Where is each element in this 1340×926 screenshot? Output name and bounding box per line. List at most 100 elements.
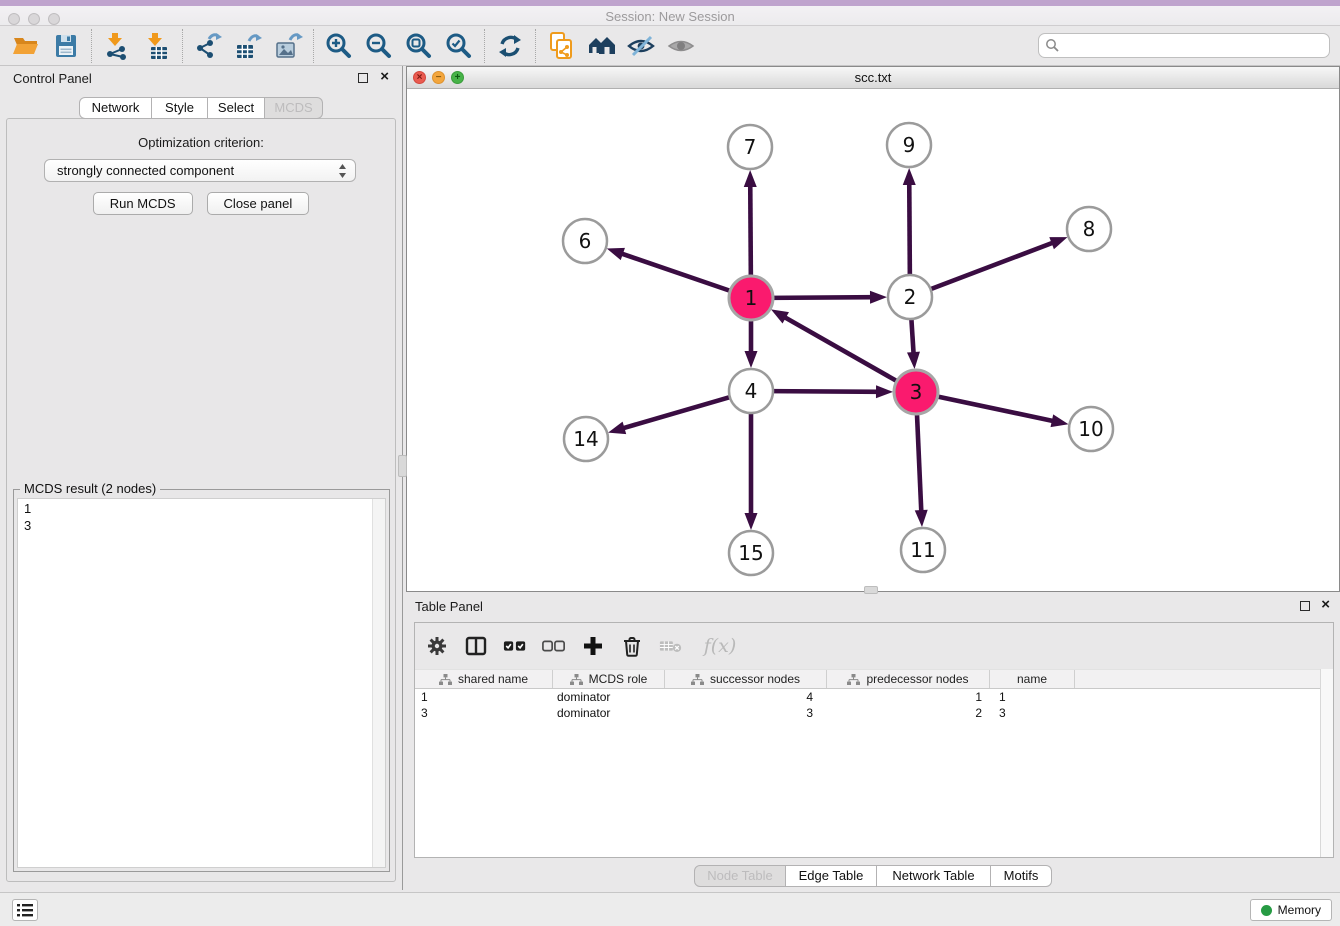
apply-function-button[interactable]: f(x) [698,634,742,658]
svg-text:9: 9 [903,133,916,157]
graph-node-1[interactable]: 1 [729,276,773,320]
tab-style[interactable]: Style [152,97,208,119]
graph-arrowhead [607,248,625,260]
graph-arrowhead [608,422,626,434]
column-header-successor-nodes[interactable]: successor nodes [665,670,827,688]
network-window-titlebar[interactable]: × − + scc.txt [407,67,1339,89]
show-graphics-details-icon[interactable] [661,29,701,63]
graph-edge-3-10[interactable] [936,396,1055,421]
show-columns-icon[interactable] [464,634,488,658]
tab-network[interactable]: Network [79,97,152,119]
graph-node-11[interactable]: 11 [901,528,945,572]
graph-node-15[interactable]: 15 [729,531,773,575]
table-row[interactable]: 1 dominator 4 1 1 [415,689,1320,705]
column-header-name[interactable]: name [990,670,1075,688]
graph-node-7[interactable]: 7 [728,125,772,169]
hide-graphics-details-icon[interactable] [621,29,661,63]
column-header-shared-name[interactable]: shared name [415,670,553,688]
splitter-handle-horizontal[interactable] [864,586,878,594]
graph-edge-3-1[interactable] [783,316,898,382]
result-scrollbar[interactable] [372,499,385,867]
graph-edge-1-6[interactable] [620,253,732,291]
graph-edge-2-3[interactable] [911,317,913,355]
graph-node-14[interactable]: 14 [564,417,608,461]
search-input[interactable] [1038,33,1330,58]
criterion-dropdown[interactable]: strongly connected component [44,159,356,182]
float-panel-icon[interactable] [358,73,368,83]
graph-node-9[interactable]: 9 [887,123,931,167]
zoom-in-icon[interactable] [319,29,359,63]
graph-node-3[interactable]: 3 [894,370,938,414]
save-session-icon[interactable] [46,29,86,63]
svg-text:15: 15 [738,541,763,565]
column-label: MCDS role [589,672,648,686]
clone-network-icon[interactable] [541,29,581,63]
float-table-panel-icon[interactable] [1300,601,1310,611]
export-image-icon[interactable] [268,29,308,63]
control-panel-tabs: Network Style Select MCDS [0,97,402,119]
table-header-row: shared name MCDS role successor nodes pr… [415,669,1320,689]
import-table-icon[interactable] [137,29,177,63]
memory-label: Memory [1278,903,1321,917]
graph-edge-2-8[interactable] [929,242,1055,290]
export-table-icon[interactable] [228,29,268,63]
memory-button[interactable]: Memory [1250,899,1332,921]
close-table-panel-icon[interactable]: × [1321,596,1330,613]
zoom-out-icon[interactable] [359,29,399,63]
column-header-predecessor-nodes[interactable]: predecessor nodes [827,670,990,688]
table-row[interactable]: 3 dominator 3 2 3 [415,705,1320,721]
tab-motifs[interactable]: Motifs [991,865,1052,887]
column-header-mcds-role[interactable]: MCDS role [553,670,665,688]
export-network-icon[interactable] [188,29,228,63]
graph-node-8[interactable]: 8 [1067,207,1111,251]
tab-edge-table[interactable]: Edge Table [786,865,877,887]
open-session-icon[interactable] [6,29,46,63]
graph-edge-2-9[interactable] [909,182,910,277]
zoom-fit-icon[interactable] [399,29,439,63]
node-table[interactable]: shared name MCDS role successor nodes pr… [415,669,1320,857]
svg-text:11: 11 [910,538,935,562]
memory-status-icon [1261,905,1272,916]
mcds-result-item: 3 [18,516,385,533]
select-all-columns-icon[interactable] [503,634,527,658]
tab-mcds[interactable]: MCDS [265,97,323,119]
graph-edge-1-7[interactable] [750,184,751,278]
close-panel-icon[interactable]: × [380,68,389,85]
graph-node-6[interactable]: 6 [563,219,607,263]
run-mcds-button[interactable]: Run MCDS [93,192,193,215]
unselect-all-columns-icon[interactable] [542,634,566,658]
graph-node-10[interactable]: 10 [1069,407,1113,451]
add-column-icon[interactable] [581,634,605,658]
mcds-result-list[interactable]: 1 3 [17,498,386,868]
column-label: name [1017,672,1047,686]
graph-node-2[interactable]: 2 [888,275,932,319]
network-overview-icon[interactable] [581,29,621,63]
delete-columns-icon[interactable] [620,634,644,658]
graph-edge-4-3[interactable] [771,391,879,392]
graph-edge-1-2[interactable] [771,297,873,298]
task-history-button[interactable] [12,899,38,921]
delete-table-icon[interactable] [659,634,683,658]
graph-edge-4-14[interactable] [622,397,732,429]
zoom-selected-icon[interactable] [439,29,479,63]
close-panel-button[interactable]: Close panel [207,192,310,215]
graph-node-4[interactable]: 4 [729,369,773,413]
refresh-icon[interactable] [490,29,530,63]
network-graph[interactable]: 7 9 6 8 1 2 4 3 14 10 15 11 [407,89,1339,591]
graph-arrowhead [745,513,758,530]
network-canvas[interactable]: 7 9 6 8 1 2 4 3 14 10 15 11 [407,89,1339,591]
tab-node-table[interactable]: Node Table [694,865,786,887]
svg-text:3: 3 [910,380,923,404]
graph-edge-3-11[interactable] [917,412,921,513]
svg-text:8: 8 [1083,217,1096,241]
cell-name: 1 [990,689,1075,705]
graph-arrowhead [1051,414,1069,427]
tab-network-table[interactable]: Network Table [877,865,991,887]
graph-arrowhead [903,168,916,185]
splitter-handle-vertical[interactable] [398,455,407,477]
import-network-icon[interactable] [97,29,137,63]
tab-select[interactable]: Select [208,97,265,119]
search-field-wrap [1038,33,1330,58]
table-options-icon[interactable] [425,634,449,658]
table-scrollbar[interactable] [1320,669,1333,857]
